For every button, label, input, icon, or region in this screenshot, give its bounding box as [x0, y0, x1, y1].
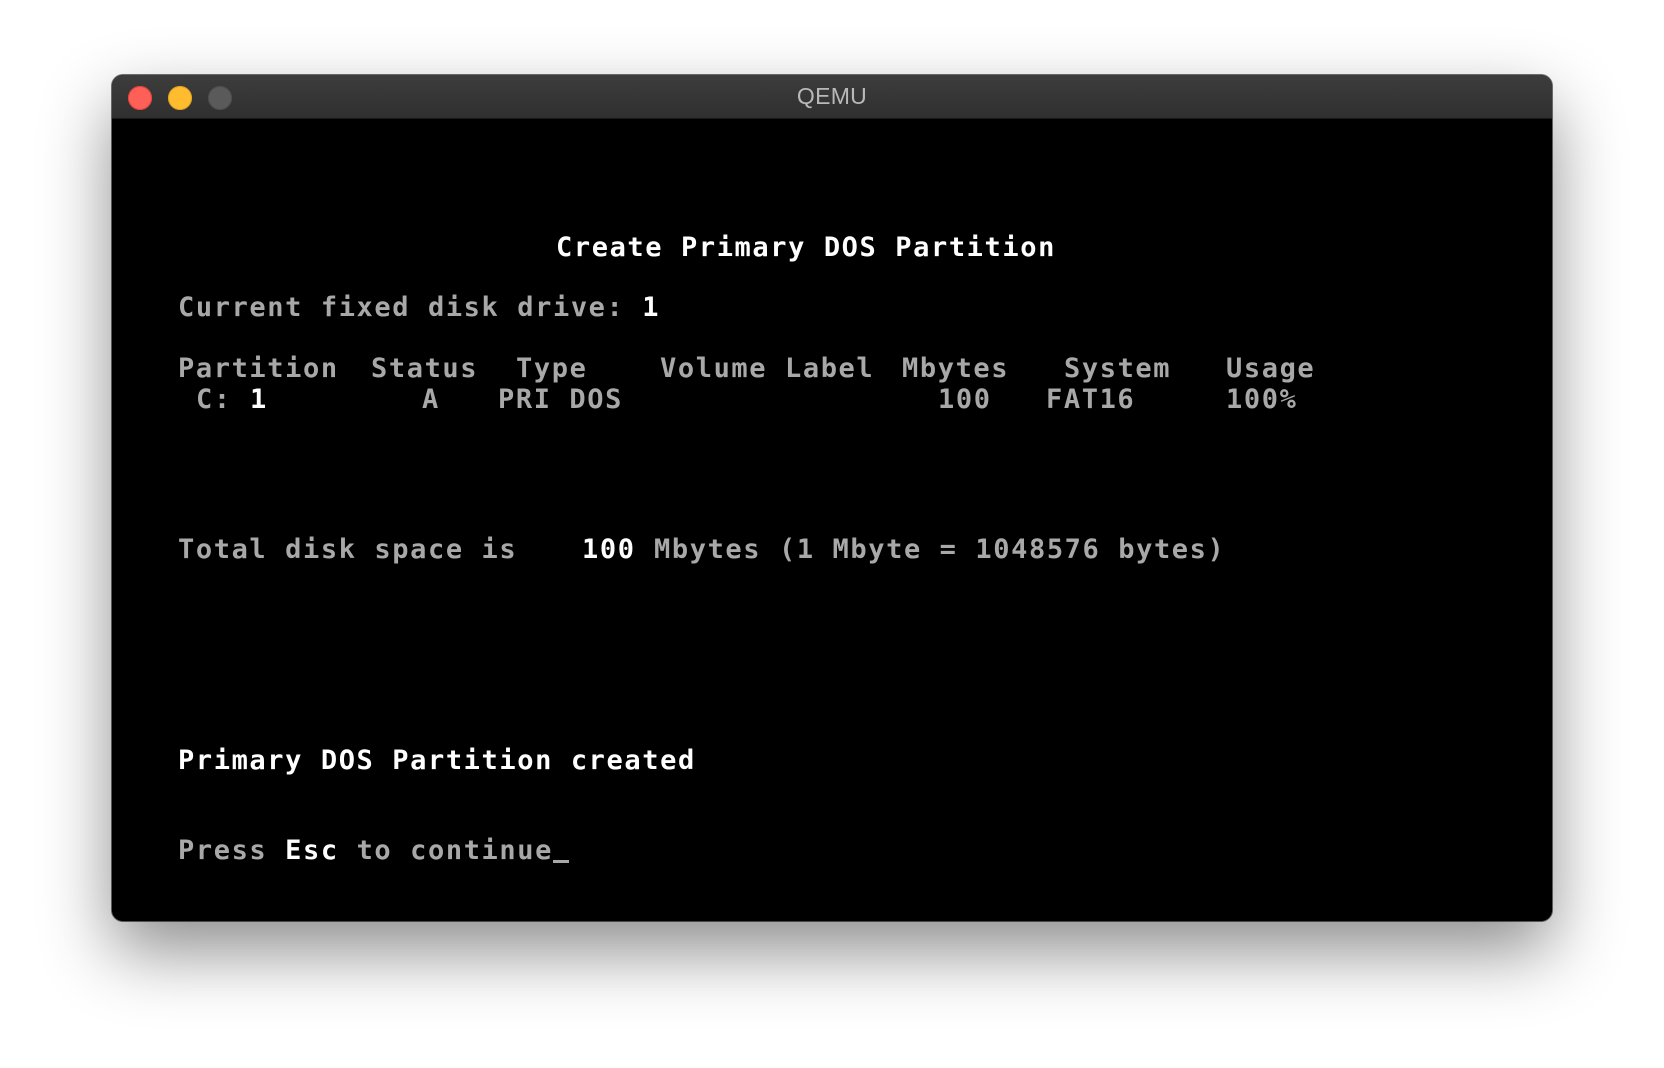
total-space-label: Total disk space is	[178, 534, 518, 565]
window-title: QEMU	[796, 83, 868, 109]
prompt-press: Press	[178, 835, 286, 866]
header-partition: Partition	[178, 353, 339, 384]
row-usage: 100%	[1226, 384, 1298, 415]
header-volume-label: Volume Label	[660, 353, 875, 384]
header-usage: Usage	[1226, 353, 1316, 384]
esc-key-label: Esc	[285, 835, 339, 866]
drive-value: 1	[642, 292, 661, 323]
row-type: PRI DOS	[498, 384, 623, 415]
prompt-rest: to continue	[338, 835, 553, 866]
row-partition: 1	[250, 384, 268, 415]
drive-label: Current fixed disk drive:	[178, 292, 643, 323]
window-titlebar[interactable]: QEMU	[112, 75, 1552, 119]
header-mbytes: Mbytes	[902, 353, 1010, 384]
header-system: System	[1064, 353, 1172, 384]
continue-prompt: Press Esc to continue	[178, 835, 569, 867]
header-type: Type	[516, 353, 588, 384]
text-cursor-icon	[552, 860, 569, 863]
row-mbytes: 100	[938, 384, 992, 415]
total-space-suffix: Mbytes (1 Mbyte = 1048576 bytes)	[654, 534, 1226, 565]
row-status: A	[422, 384, 440, 415]
row-drive: C:	[196, 384, 232, 415]
header-status: Status	[371, 353, 479, 384]
row-system: FAT16	[1046, 384, 1136, 415]
screen-heading: Create Primary DOS Partition	[556, 232, 1056, 263]
qemu-window: QEMU Create Primary DOS Partition Curren…	[112, 75, 1552, 921]
total-space-value: 100	[582, 534, 636, 565]
current-drive-line: Current fixed disk drive: 1	[178, 292, 660, 324]
status-message: Primary DOS Partition created	[178, 745, 696, 776]
emulator-screen[interactable]: Create Primary DOS Partition Current fix…	[112, 119, 1552, 921]
